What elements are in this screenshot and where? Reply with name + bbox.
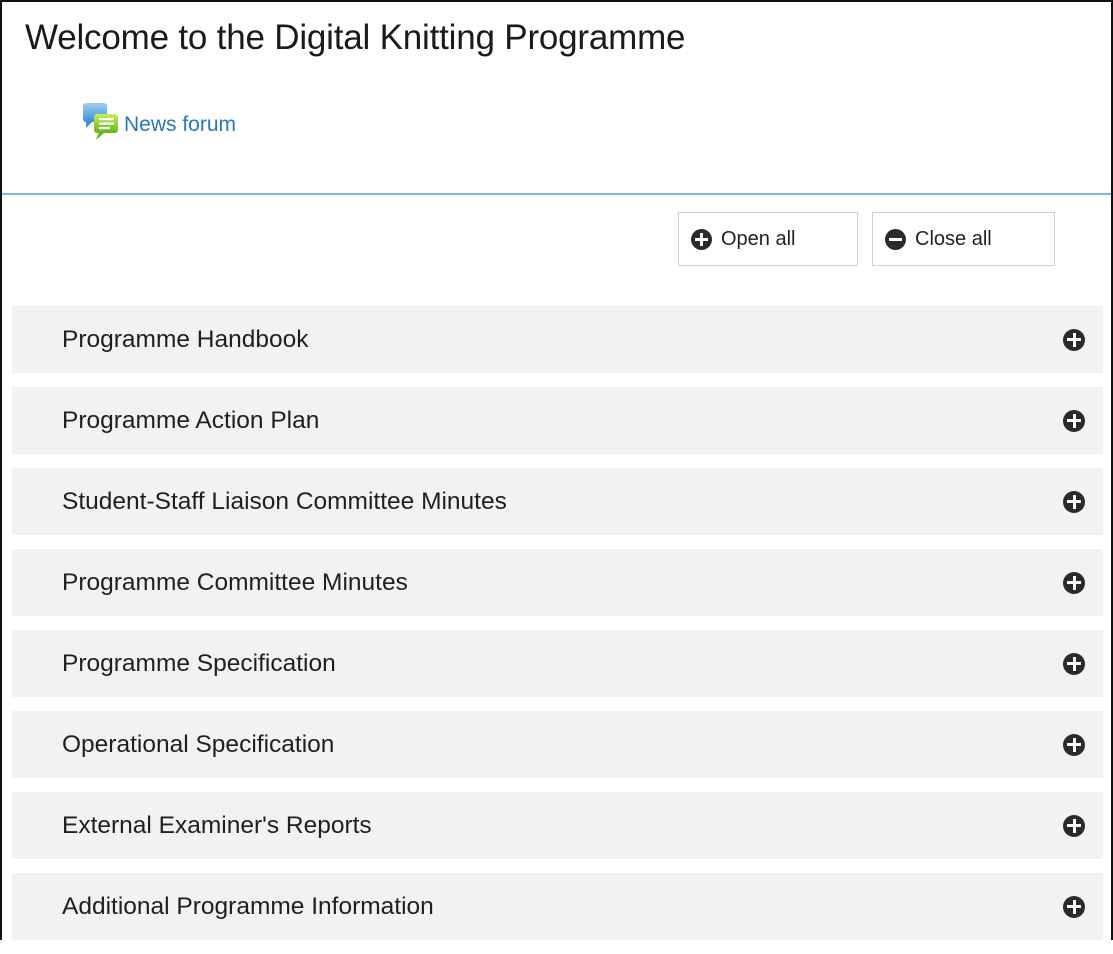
section-title: Student-Staff Liaison Committee Minutes bbox=[62, 487, 507, 515]
section-list: Programme Handbook Programme Action Plan… bbox=[12, 306, 1103, 954]
plus-circle-icon[interactable] bbox=[1063, 409, 1085, 432]
plus-circle-icon[interactable] bbox=[1063, 733, 1085, 756]
plus-circle-icon[interactable] bbox=[1063, 490, 1085, 513]
plus-circle-icon[interactable] bbox=[1063, 895, 1085, 918]
section-operational-specification[interactable]: Operational Specification bbox=[12, 711, 1103, 778]
close-all-button[interactable]: Close all bbox=[872, 212, 1055, 266]
open-all-button[interactable]: Open all bbox=[678, 212, 858, 266]
page-title: Welcome to the Digital Knitting Programm… bbox=[25, 18, 686, 57]
plus-circle-icon[interactable] bbox=[1063, 814, 1085, 837]
section-programme-handbook[interactable]: Programme Handbook bbox=[12, 306, 1103, 373]
page-frame: Welcome to the Digital Knitting Programm… bbox=[0, 0, 1113, 940]
section-programme-specification[interactable]: Programme Specification bbox=[12, 630, 1103, 697]
section-student-staff-liaison-minutes[interactable]: Student-Staff Liaison Committee Minutes bbox=[12, 468, 1103, 535]
section-programme-committee-minutes[interactable]: Programme Committee Minutes bbox=[12, 549, 1103, 616]
plus-circle-icon bbox=[691, 228, 712, 250]
forum-icon bbox=[83, 103, 118, 140]
news-forum-link[interactable]: News forum bbox=[82, 102, 236, 142]
plus-circle-icon[interactable] bbox=[1063, 571, 1085, 594]
minus-circle-icon bbox=[885, 228, 906, 250]
plus-circle-icon[interactable] bbox=[1063, 652, 1085, 675]
page-header: Welcome to the Digital Knitting Programm… bbox=[2, 2, 1111, 192]
section-controls: Open all Close all bbox=[678, 212, 1055, 266]
header-divider bbox=[2, 193, 1111, 195]
section-external-examiners-reports[interactable]: External Examiner's Reports bbox=[12, 792, 1103, 859]
news-forum-label: News forum bbox=[124, 113, 237, 136]
plus-circle-icon[interactable] bbox=[1063, 328, 1085, 351]
section-programme-action-plan[interactable]: Programme Action Plan bbox=[12, 387, 1103, 454]
section-title: Programme Action Plan bbox=[62, 406, 320, 434]
section-title: External Examiner's Reports bbox=[62, 811, 372, 839]
close-all-label: Close all bbox=[915, 227, 992, 250]
section-title: Programme Specification bbox=[62, 649, 336, 677]
section-title: Programme Committee Minutes bbox=[62, 568, 408, 596]
section-title: Programme Handbook bbox=[62, 325, 309, 353]
section-additional-programme-information[interactable]: Additional Programme Information bbox=[12, 873, 1103, 940]
open-all-label: Open all bbox=[721, 227, 796, 250]
section-title: Operational Specification bbox=[62, 730, 335, 758]
section-title: Additional Programme Information bbox=[62, 892, 434, 920]
